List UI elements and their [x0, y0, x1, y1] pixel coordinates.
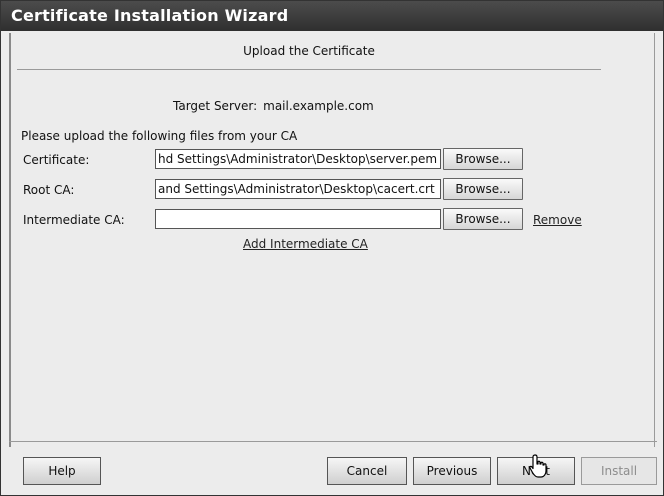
root-ca-label: Root CA:: [23, 183, 75, 197]
remove-intermediate-link[interactable]: Remove: [533, 213, 582, 227]
wizard-window: Certificate Installation Wizard Upload t…: [0, 0, 664, 496]
root-ca-file-input[interactable]: and Settings\Administrator\Desktop\cacer…: [155, 179, 441, 199]
window-title: Certificate Installation Wizard: [1, 1, 663, 31]
target-server-value: mail.example.com: [263, 99, 374, 113]
certificate-browse-button[interactable]: Browse...: [443, 148, 523, 170]
certificate-file-input[interactable]: hd Settings\Administrator\Desktop\server…: [155, 149, 441, 169]
intermediate-ca-label: Intermediate CA:: [23, 213, 125, 227]
wizard-footer: Help Cancel Previous Next Install: [1, 447, 663, 495]
root-ca-browse-button[interactable]: Browse...: [443, 178, 523, 200]
wizard-content: Upload the Certificate Target Server: mai…: [9, 33, 655, 447]
target-server: Target Server: mail.example.com: [173, 99, 374, 113]
step-title: Upload the Certificate: [17, 33, 601, 70]
intermediate-ca-file-input[interactable]: [155, 209, 441, 229]
certificate-label: Certificate:: [23, 153, 90, 167]
footer-divider: [9, 441, 657, 442]
target-server-label: Target Server:: [173, 99, 258, 113]
previous-button[interactable]: Previous: [413, 457, 491, 485]
help-button[interactable]: Help: [23, 457, 101, 485]
cancel-button[interactable]: Cancel: [327, 457, 407, 485]
intermediate-ca-browse-button[interactable]: Browse...: [443, 208, 523, 230]
add-intermediate-ca-link[interactable]: Add Intermediate CA: [243, 237, 368, 251]
install-button[interactable]: Install: [581, 457, 657, 485]
hand-cursor-icon: [529, 454, 547, 478]
upload-instructions: Please upload the following files from y…: [21, 129, 298, 143]
